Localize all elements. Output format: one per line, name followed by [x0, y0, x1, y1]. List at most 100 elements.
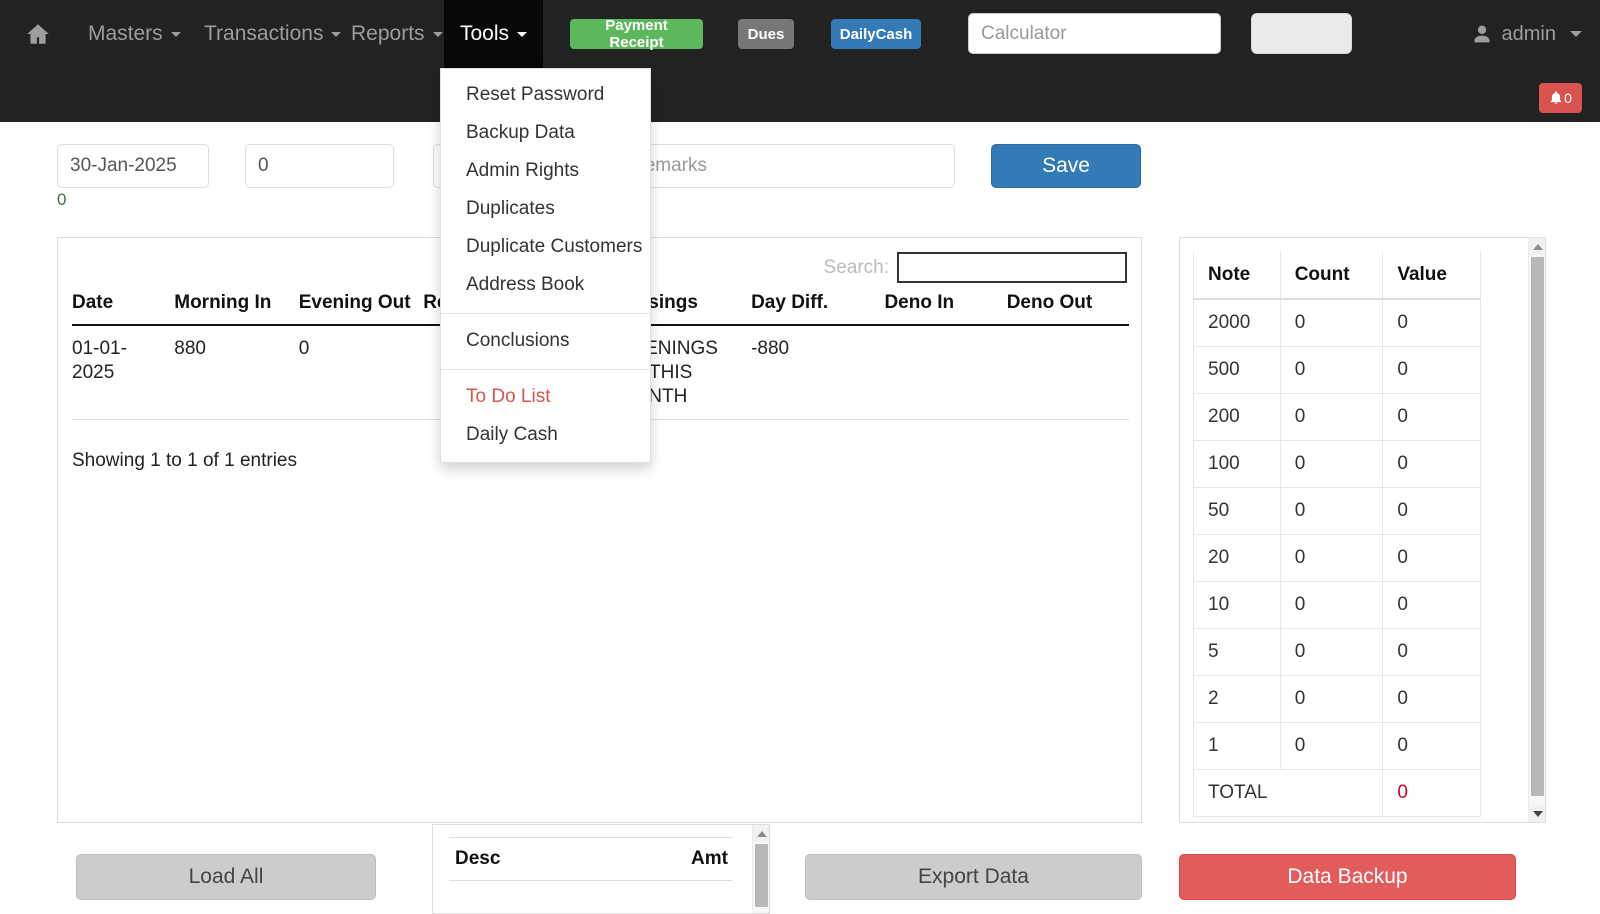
denom-row[interactable]: 1 0 0	[1193, 722, 1481, 770]
th-desc: Desc	[449, 837, 607, 881]
denom-row[interactable]: 20 0 0	[1193, 534, 1481, 582]
menu-item-admin-rights[interactable]: Admin Rights	[441, 152, 650, 190]
menu-item-to-do-list[interactable]: To Do List	[441, 378, 650, 416]
desc-header-row: Desc Amt	[449, 837, 732, 881]
dues-button[interactable]: Dues	[738, 19, 794, 49]
user-name-label: admin	[1501, 22, 1556, 45]
denom-row[interactable]: 50 0 0	[1193, 487, 1481, 535]
denom-count[interactable]: 0	[1279, 581, 1384, 629]
scroll-up-icon[interactable]	[753, 825, 769, 842]
scroll-up-icon[interactable]	[1529, 238, 1545, 255]
amount-input[interactable]	[245, 144, 394, 188]
denom-value: 0	[1382, 581, 1481, 629]
calculator-input[interactable]	[968, 13, 1221, 54]
remarks-input[interactable]	[618, 144, 955, 188]
denom-count[interactable]: 0	[1279, 534, 1384, 582]
nav-label-masters: Masters	[88, 22, 163, 45]
denom-count[interactable]: 0	[1279, 675, 1384, 723]
scrollbar-thumb[interactable]	[755, 844, 768, 907]
description-table: Desc Amt	[449, 837, 732, 881]
menu-divider	[441, 369, 650, 370]
th-count: Count	[1279, 252, 1384, 300]
denom-row[interactable]: 5 0 0	[1193, 628, 1481, 676]
notification-count: 0	[1564, 90, 1572, 106]
denomination-panel: Note Count Value 2000 0 0 500 0 0 200 0 …	[1179, 237, 1546, 823]
denom-header-row: Note Count Value	[1193, 252, 1481, 300]
load-all-button[interactable]: Load All	[76, 854, 376, 900]
th-day-diff[interactable]: Day Diff.	[751, 283, 885, 327]
nav-item-transactions[interactable]: Transactions	[188, 0, 357, 68]
nav-item-reports[interactable]: Reports	[335, 0, 459, 68]
menu-item-duplicates[interactable]: Duplicates	[441, 190, 650, 228]
user-menu[interactable]: admin	[1472, 0, 1582, 68]
denom-value: 0	[1382, 487, 1481, 535]
scrollbar-thumb[interactable]	[1531, 257, 1544, 796]
bell-icon	[1550, 91, 1562, 104]
th-morning-in[interactable]: Morning In	[174, 283, 299, 327]
menu-item-reset-password[interactable]: Reset Password	[441, 76, 650, 114]
scroll-down-icon[interactable]	[1529, 805, 1545, 822]
denom-row[interactable]: 10 0 0	[1193, 581, 1481, 629]
denom-note: 2000	[1193, 298, 1281, 347]
desc-head: Desc Amt	[449, 837, 732, 881]
payment-receipt-button[interactable]: Payment Receipt	[570, 17, 703, 51]
denom-row[interactable]: 200 0 0	[1193, 393, 1481, 441]
description-panel: Desc Amt	[432, 824, 770, 914]
denom-note: 1	[1193, 722, 1281, 770]
entry-form-row: 0 Save	[0, 122, 1600, 222]
cell-day-diff: -880	[751, 325, 885, 421]
menu-item-conclusions[interactable]: Conclusions	[441, 322, 650, 360]
denom-count[interactable]: 0	[1279, 346, 1384, 394]
denom-count[interactable]: 0	[1279, 722, 1384, 770]
denom-row[interactable]: 100 0 0	[1193, 440, 1481, 488]
menu-item-daily-cash[interactable]: Daily Cash	[441, 416, 650, 454]
user-icon	[1474, 25, 1490, 43]
chevron-down-icon	[517, 31, 528, 37]
chevron-down-icon	[432, 31, 443, 37]
blank-display-box[interactable]	[1251, 13, 1352, 54]
denom-value: 0	[1382, 722, 1481, 770]
denom-count[interactable]: 0	[1279, 440, 1384, 488]
search-label: Search:	[823, 256, 889, 278]
cell-evening-out: 0	[298, 325, 424, 421]
th-evening-out[interactable]: Evening Out	[298, 283, 424, 327]
export-data-button[interactable]: Export Data	[805, 854, 1142, 900]
cell-deno-out	[1006, 325, 1129, 421]
chevron-down-icon	[170, 31, 181, 37]
menu-item-duplicate-customers[interactable]: Duplicate Customers	[441, 228, 650, 266]
denom-note: 50	[1193, 487, 1281, 535]
denom-total-row: TOTAL 0	[1192, 769, 1481, 817]
denom-row[interactable]: 2 0 0	[1193, 675, 1481, 723]
denom-row[interactable]: 500 0 0	[1193, 346, 1481, 394]
denom-body: 2000 0 0 500 0 0 200 0 0 100 0 0 50 0 0 …	[1192, 298, 1481, 817]
notification-badge[interactable]: 0	[1539, 83, 1582, 113]
nav-item-tools[interactable]: Tools	[444, 0, 544, 68]
denom-row[interactable]: 2000 0 0	[1193, 298, 1481, 347]
denom-value: 0	[1382, 393, 1481, 441]
nav-item-masters[interactable]: Masters	[72, 0, 197, 68]
denom-count[interactable]: 0	[1279, 298, 1384, 347]
denom-head: Note Count Value	[1193, 252, 1481, 300]
th-deno-in[interactable]: Deno In	[884, 283, 1007, 327]
denomination-scrollbar[interactable]	[1528, 238, 1545, 822]
menu-item-address-book[interactable]: Address Book	[441, 266, 650, 304]
save-button[interactable]: Save	[991, 144, 1141, 188]
search-input[interactable]	[897, 252, 1127, 283]
navbar-row: Masters Transactions Reports Tools Payme…	[0, 0, 1600, 68]
denom-count[interactable]: 0	[1279, 393, 1384, 441]
home-icon[interactable]	[16, 12, 60, 56]
description-scrollbar[interactable]	[752, 825, 769, 913]
denom-value: 0	[1382, 628, 1481, 676]
denom-count[interactable]: 0	[1279, 628, 1384, 676]
denom-count[interactable]: 0	[1279, 487, 1384, 535]
th-date[interactable]: Date	[72, 283, 175, 327]
dailycash-button[interactable]: DailyCash	[831, 19, 921, 49]
nav-label-reports: Reports	[351, 22, 425, 45]
menu-item-backup-data[interactable]: Backup Data	[441, 114, 650, 152]
date-input[interactable]	[57, 144, 209, 188]
denom-value: 0	[1382, 675, 1481, 723]
chevron-down-icon	[1570, 31, 1582, 37]
denom-note: 20	[1193, 534, 1281, 582]
th-deno-out[interactable]: Deno Out	[1006, 283, 1129, 327]
data-backup-button[interactable]: Data Backup	[1179, 854, 1516, 900]
